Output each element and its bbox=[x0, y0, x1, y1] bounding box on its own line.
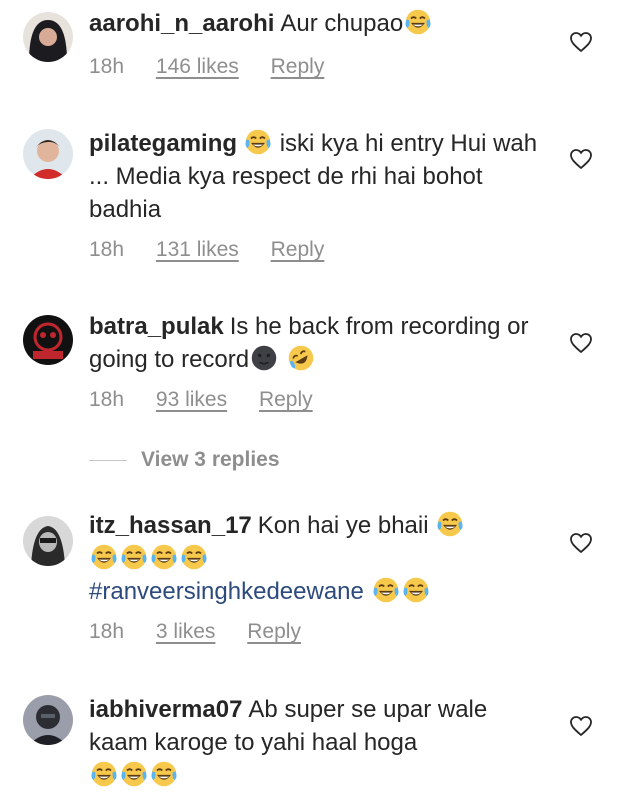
comment-meta: 18h 146 likes Reply bbox=[89, 55, 350, 79]
username-link[interactable]: iabhiverma07 bbox=[89, 696, 242, 723]
heart-outline-icon[interactable] bbox=[569, 148, 593, 170]
reply-button[interactable]: Reply bbox=[271, 238, 325, 261]
rolling-laughing-emoji-icon bbox=[287, 344, 315, 372]
avatar[interactable] bbox=[23, 12, 73, 62]
comment: itz_hassan_17 Kon hai ye bhaii #ranveersi… bbox=[0, 500, 617, 660]
replies-divider bbox=[89, 459, 127, 461]
tears-of-joy-emoji-icon bbox=[150, 760, 178, 788]
comment-text: aarohi_n_aarohi Aur chupao bbox=[89, 7, 549, 40]
tears-of-joy-emoji-icon bbox=[120, 760, 148, 788]
heart-outline-icon[interactable] bbox=[569, 332, 593, 354]
likes-count[interactable]: 146 likes bbox=[156, 55, 239, 78]
comment-text: iabhiverma07 Ab super se upar wale kaam k… bbox=[89, 693, 549, 792]
tears-of-joy-emoji-icon bbox=[180, 543, 208, 571]
comment-text: batra_pulak Is he back from recording or … bbox=[89, 310, 529, 376]
username-link[interactable]: itz_hassan_17 bbox=[89, 512, 252, 539]
username-link[interactable]: aarohi_n_aarohi bbox=[89, 10, 274, 37]
likes-count[interactable]: 3 likes bbox=[156, 620, 216, 643]
hashtag-link[interactable]: #ranveersinghkedeewane bbox=[89, 578, 364, 605]
timestamp: 18h bbox=[89, 55, 125, 78]
reply-button[interactable]: Reply bbox=[271, 55, 325, 78]
username-link[interactable]: batra_pulak bbox=[89, 313, 224, 340]
avatar-skull-logo-icon bbox=[23, 315, 73, 365]
tears-of-joy-emoji-icon bbox=[404, 8, 432, 36]
reply-button[interactable]: Reply bbox=[259, 388, 313, 411]
comment-text: itz_hassan_17 Kon hai ye bhaii #ranveersi… bbox=[89, 509, 549, 608]
view-replies-button[interactable]: View 3 replies bbox=[89, 448, 280, 478]
likes-count[interactable]: 131 likes bbox=[156, 238, 239, 261]
avatar[interactable] bbox=[23, 516, 73, 566]
timestamp: 18h bbox=[89, 620, 125, 643]
new-moon-face-emoji-icon bbox=[250, 344, 278, 372]
comment: batra_pulak Is he back from recording or … bbox=[0, 300, 617, 430]
avatar[interactable] bbox=[23, 695, 73, 745]
avatar-dark-person-icon bbox=[23, 695, 73, 745]
tears-of-joy-emoji-icon bbox=[90, 760, 118, 788]
tears-of-joy-emoji-icon bbox=[436, 510, 464, 538]
tears-of-joy-emoji-icon bbox=[402, 576, 430, 604]
heart-outline-icon[interactable] bbox=[569, 532, 593, 554]
comment-meta: 18h 93 likes Reply bbox=[89, 388, 339, 412]
username-link[interactable]: pilategaming bbox=[89, 130, 237, 157]
comment-meta: 18h 131 likes Reply bbox=[89, 238, 350, 262]
timestamp: 18h bbox=[89, 388, 125, 411]
avatar-boy-red-shirt-icon bbox=[23, 129, 73, 179]
comment-text: pilategaming iski kya hi entry Hui wah .… bbox=[89, 127, 539, 226]
comment: iabhiverma07 Ab super se upar wale kaam k… bbox=[0, 685, 617, 800]
heart-outline-icon[interactable] bbox=[569, 715, 593, 737]
likes-count[interactable]: 93 likes bbox=[156, 388, 227, 411]
tears-of-joy-emoji-icon bbox=[372, 576, 400, 604]
view-replies-label[interactable]: View 3 replies bbox=[141, 448, 280, 471]
squinting-laughing-emoji-icon bbox=[244, 128, 272, 156]
comment-meta: 18h 3 likes Reply bbox=[89, 620, 327, 644]
comment-body: Kon hai ye bhaii bbox=[257, 512, 429, 539]
comment-body: Aur chupao bbox=[280, 10, 404, 37]
tears-of-joy-emoji-icon bbox=[90, 543, 118, 571]
reply-button[interactable]: Reply bbox=[247, 620, 301, 643]
timestamp: 18h bbox=[89, 238, 125, 261]
avatar-dark-hair-icon bbox=[23, 12, 73, 62]
comment: pilategaming iski kya hi entry Hui wah .… bbox=[0, 118, 617, 288]
heart-outline-icon[interactable] bbox=[569, 31, 593, 53]
tears-of-joy-emoji-icon bbox=[120, 543, 148, 571]
avatar[interactable] bbox=[23, 315, 73, 365]
comment: aarohi_n_aarohi Aur chupao 18h 146 likes … bbox=[0, 0, 617, 100]
avatar[interactable] bbox=[23, 129, 73, 179]
avatar-hooded-man-icon bbox=[23, 516, 73, 566]
tears-of-joy-emoji-icon bbox=[150, 543, 178, 571]
